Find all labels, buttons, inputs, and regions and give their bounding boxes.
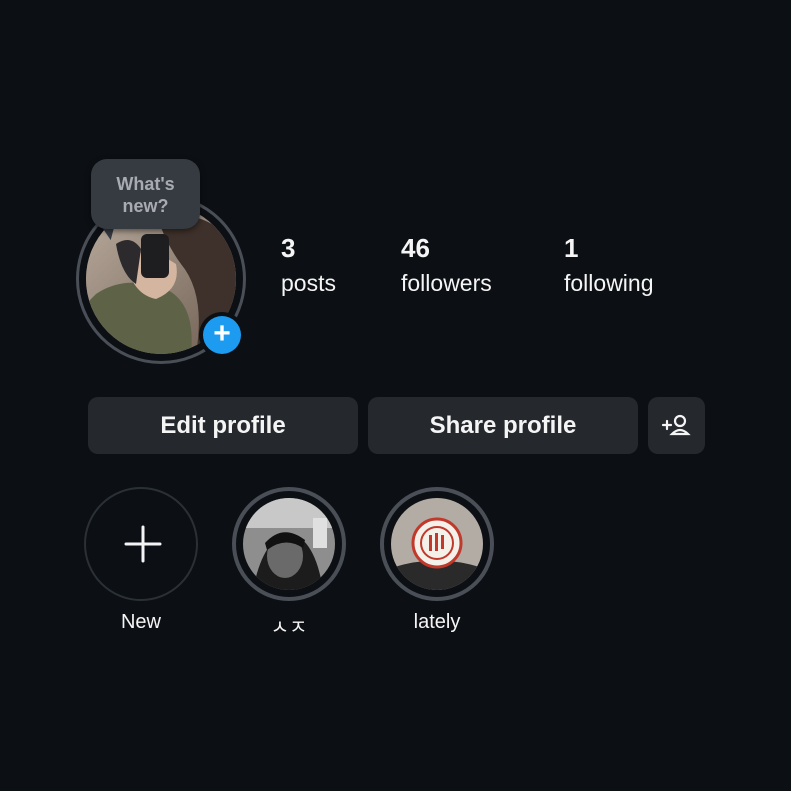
- following-label: following: [564, 270, 654, 296]
- following-count: 1: [564, 233, 579, 263]
- add-person-icon: [661, 414, 691, 436]
- posts-label: posts: [281, 270, 336, 296]
- whats-new-bubble[interactable]: What's new?: [91, 159, 200, 229]
- followers-count: 46: [401, 233, 430, 263]
- edit-profile-button[interactable]: Edit profile: [88, 397, 358, 454]
- followers-label: followers: [401, 270, 492, 296]
- following-stat[interactable]: 1 following: [564, 233, 654, 297]
- share-profile-button[interactable]: Share profile: [368, 397, 638, 454]
- add-story-button[interactable]: +: [203, 316, 241, 354]
- highlight-label-2: lately: [413, 611, 461, 633]
- new-highlight-button[interactable]: [84, 487, 198, 601]
- highlight-cover-2[interactable]: [391, 498, 483, 590]
- plus-icon: [124, 525, 162, 563]
- highlight-label-new: New: [120, 611, 161, 633]
- followers-stat[interactable]: 46 followers: [401, 233, 492, 297]
- posts-stat[interactable]: 3 posts: [281, 233, 336, 297]
- highlight-label-1: ㅅㅈ: [270, 617, 308, 639]
- posts-count: 3: [281, 233, 296, 263]
- discover-people-button[interactable]: [648, 397, 705, 454]
- highlight-cover-1[interactable]: [243, 498, 335, 590]
